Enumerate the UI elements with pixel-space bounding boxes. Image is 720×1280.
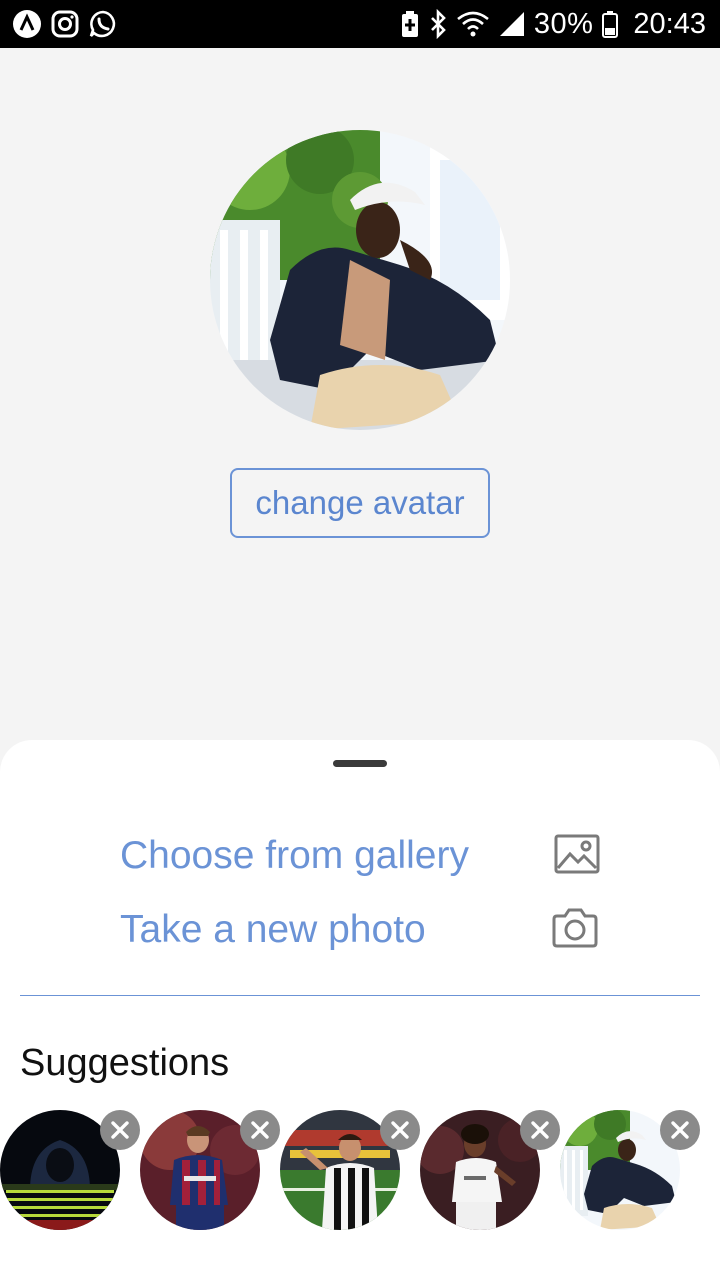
suggestion-item[interactable] xyxy=(420,1110,560,1230)
battery-percentage: 30% xyxy=(533,7,594,40)
suggestion-item[interactable] xyxy=(140,1110,280,1230)
change-avatar-button[interactable]: change avatar xyxy=(230,468,490,538)
wifi-icon xyxy=(456,9,490,39)
bottom-sheet: Choose from gallery Take a new photo Sug… xyxy=(0,740,720,1280)
profile-avatar xyxy=(210,130,510,430)
clock: 20:43 xyxy=(633,7,706,40)
remove-suggestion-button[interactable] xyxy=(380,1110,420,1150)
suggestion-item[interactable] xyxy=(0,1110,140,1230)
close-icon xyxy=(111,1121,129,1139)
close-icon xyxy=(671,1121,689,1139)
suggestion-item[interactable] xyxy=(280,1110,420,1230)
close-icon xyxy=(251,1121,269,1139)
profile-photo xyxy=(210,130,510,430)
sheet-drag-handle[interactable] xyxy=(333,760,387,767)
remove-suggestion-button[interactable] xyxy=(520,1110,560,1150)
take-new-photo-option[interactable]: Take a new photo xyxy=(120,900,600,960)
status-bar-right: 30% 20:43 xyxy=(400,8,706,41)
suggestions-heading: Suggestions xyxy=(20,1042,230,1084)
remove-suggestion-button[interactable] xyxy=(240,1110,280,1150)
close-icon xyxy=(391,1121,409,1139)
bluetooth-icon xyxy=(428,9,448,39)
suggestion-item[interactable] xyxy=(560,1110,700,1230)
app-a-icon xyxy=(12,9,42,39)
remove-suggestion-button[interactable] xyxy=(100,1110,140,1150)
take-new-photo-label: Take a new photo xyxy=(120,908,426,951)
signal-icon xyxy=(498,9,526,39)
remove-suggestion-button[interactable] xyxy=(660,1110,700,1150)
instagram-icon xyxy=(50,9,80,39)
battery-icon xyxy=(601,9,619,39)
battery-saver-icon xyxy=(400,9,420,39)
close-icon xyxy=(531,1121,549,1139)
choose-from-gallery-label: Choose from gallery xyxy=(120,834,469,877)
divider xyxy=(20,995,700,996)
status-bar-left xyxy=(12,9,118,39)
choose-from-gallery-option[interactable]: Choose from gallery xyxy=(120,826,600,886)
camera-icon xyxy=(550,907,600,954)
suggestions-list xyxy=(0,1110,720,1240)
whatsapp-icon xyxy=(88,9,118,39)
image-icon xyxy=(554,834,600,879)
status-bar: 30% 20:43 xyxy=(0,0,720,48)
